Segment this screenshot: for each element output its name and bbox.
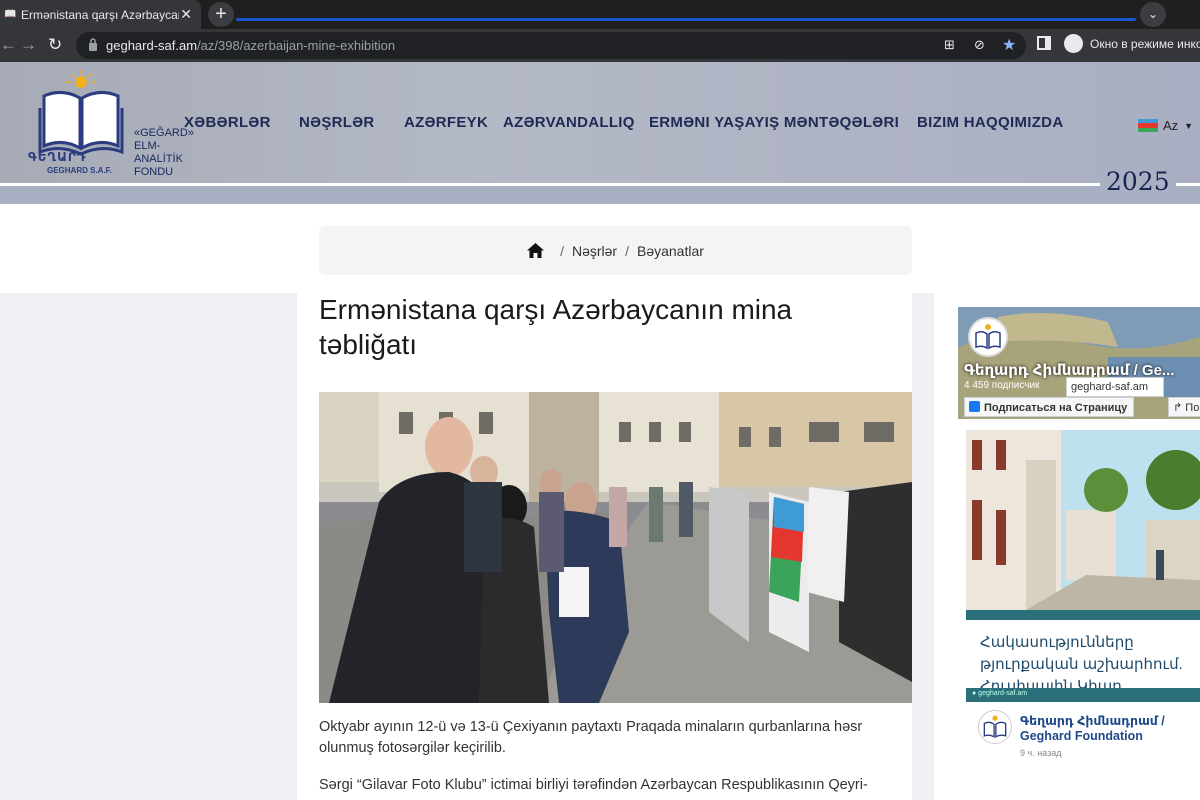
nav-item-about-us[interactable]: BIZIM HAQQIMIZDA bbox=[917, 114, 1063, 131]
nav-item-azerfake[interactable]: AZƏRFEYK bbox=[404, 114, 488, 131]
post-author-avatar[interactable] bbox=[978, 710, 1012, 744]
incognito-icon[interactable] bbox=[1064, 34, 1083, 53]
post-time: 9 ч. назад bbox=[1020, 748, 1062, 758]
year-label: 2025 bbox=[1100, 167, 1176, 196]
share-icon: ↱ bbox=[1173, 402, 1183, 414]
url-domain: geghard-saf.am bbox=[106, 38, 198, 53]
facebook-page-avatar[interactable] bbox=[968, 317, 1008, 357]
open-book-logo-icon bbox=[38, 70, 124, 156]
address-bar[interactable]: geghard-saf.am/az/398/azerbaijan-mine-ex… bbox=[76, 32, 1026, 59]
breadcrumb: / Nəşrlər / Bəyanatlar bbox=[319, 226, 912, 275]
side-panel-icon[interactable] bbox=[1037, 36, 1051, 50]
exhibition-street-photo bbox=[319, 392, 912, 703]
logo-latin-text: GEGHARD S.A.F. bbox=[47, 166, 112, 175]
url-path: /az/398/azerbaijan-mine-exhibition bbox=[197, 38, 396, 53]
reload-icon[interactable]: ↻ bbox=[48, 34, 62, 56]
home-icon[interactable] bbox=[527, 243, 545, 258]
azerbaijan-flag-icon bbox=[1138, 119, 1158, 132]
forward-icon[interactable]: → bbox=[20, 34, 37, 56]
article-title: Ermənistana qarşı Azərbaycanın mina təbl… bbox=[319, 294, 793, 360]
nav-item-news[interactable]: XƏBƏRLƏR bbox=[184, 114, 271, 131]
logo-armenian-text: ԳԵՂԱՐԴ bbox=[28, 150, 87, 164]
browser-search-popup[interactable]: geghard-saf.am bbox=[1066, 377, 1164, 397]
breadcrumb-separator: / bbox=[625, 242, 629, 259]
tab-title: Ermənistana qarşı Azərbaycanın mina təbl… bbox=[21, 7, 179, 22]
language-label: Az bbox=[1163, 118, 1179, 133]
facebook-post-footer: Գեղարդ Հիմնադրամ / Geghard Foundation 9 … bbox=[966, 702, 1200, 758]
article-paragraph-2: Sərgi “Gilavar Foto Klubu” ictimai birli… bbox=[319, 777, 868, 793]
facebook-subscribe-button[interactable]: Подписаться на Страницу bbox=[964, 397, 1134, 417]
close-tab-icon[interactable]: ✕ bbox=[180, 7, 192, 21]
share-label: По bbox=[1185, 402, 1200, 414]
browser-toolbar: ← → ↻ geghard-saf.am/az/398/azerbaijan-m… bbox=[0, 29, 1200, 62]
nav-item-azervandalism[interactable]: AZƏRVANDALLIQ bbox=[503, 114, 635, 131]
nav-item-armenian-settlements[interactable]: ERMƏNI YAŞAYIŞ MƏNTƏQƏLƏRI bbox=[649, 114, 899, 131]
tab-strip-divider bbox=[236, 18, 1136, 21]
translate-icon[interactable]: ⊞ bbox=[944, 37, 955, 53]
subscribe-label: Подписаться на Страницу bbox=[984, 402, 1128, 414]
facebook-post-image[interactable] bbox=[966, 430, 1200, 610]
article-paragraph-1: Oktyabr ayının 12-ü və 13-ü Çexiyanın pa… bbox=[319, 719, 863, 756]
incognito-label: Окно в режиме инкогнито bbox=[1090, 37, 1200, 51]
breadcrumb-separator: / bbox=[560, 242, 564, 259]
facebook-page-widget[interactable]: Գեղարդ Հիմնադրամ / Ge... 4 459 подписчик… bbox=[958, 307, 1200, 419]
back-icon[interactable]: ← bbox=[0, 34, 17, 56]
facebook-share-button[interactable]: ↱ По bbox=[1168, 397, 1200, 417]
post-author-name[interactable]: Գեղարդ Հիմնադրամ / Geghard Foundation bbox=[1020, 714, 1200, 744]
book-icon: 📖 bbox=[4, 8, 17, 20]
geghard-logo-icon bbox=[975, 324, 1001, 350]
caret-down-icon: ▼ bbox=[1184, 120, 1194, 131]
eye-off-icon[interactable]: ⊘ bbox=[974, 37, 985, 53]
search-popup-text: geghard-saf.am bbox=[1071, 381, 1149, 393]
breadcrumb-item-statements[interactable]: Bəyanatlar bbox=[637, 243, 704, 259]
geghard-logo-icon bbox=[983, 715, 1007, 738]
browser-tabbar: 📖 Ermənistana qarşı Azərbaycanın mina tə… bbox=[0, 0, 1200, 29]
left-margin-area bbox=[0, 293, 297, 800]
browser-tab[interactable]: 📖 Ermənistana qarşı Azərbaycanın mina tə… bbox=[0, 0, 201, 29]
lock-icon bbox=[89, 38, 97, 51]
nav-item-publications[interactable]: NƏŞRLƏR bbox=[299, 114, 375, 131]
facebook-icon bbox=[969, 401, 980, 412]
site-header: ԳԵՂԱՐԴ GEGHARD S.A.F. «GEĞARD» ELM-ANALİ… bbox=[0, 62, 1200, 204]
bookmark-star-icon[interactable]: ★ bbox=[1002, 35, 1016, 55]
facebook-subscriber-count: 4 459 подписчик bbox=[964, 380, 1040, 391]
facebook-post-source: ● geghard-saf.am bbox=[966, 688, 1200, 702]
sidebar: Գեղարդ Հիմնադրամ / Ge... 4 459 подписчик… bbox=[958, 307, 1200, 800]
url-text: geghard-saf.am/az/398/azerbaijan-mine-ex… bbox=[106, 38, 395, 53]
post-accent-band bbox=[966, 610, 1200, 620]
language-selector[interactable]: Az ▼ bbox=[1138, 118, 1193, 133]
new-tab-button[interactable]: + bbox=[208, 2, 234, 27]
article-photo bbox=[319, 392, 912, 703]
breadcrumb-item-publications[interactable]: Nəşrlər bbox=[572, 243, 617, 259]
logo-caption: «GEĞARD» ELM-ANALİTİK FONDU bbox=[134, 127, 194, 178]
header-bottom-band bbox=[0, 186, 1200, 204]
northern-cyprus-street-photo bbox=[966, 430, 1200, 610]
tab-search-button[interactable]: ⌄ bbox=[1140, 2, 1166, 27]
